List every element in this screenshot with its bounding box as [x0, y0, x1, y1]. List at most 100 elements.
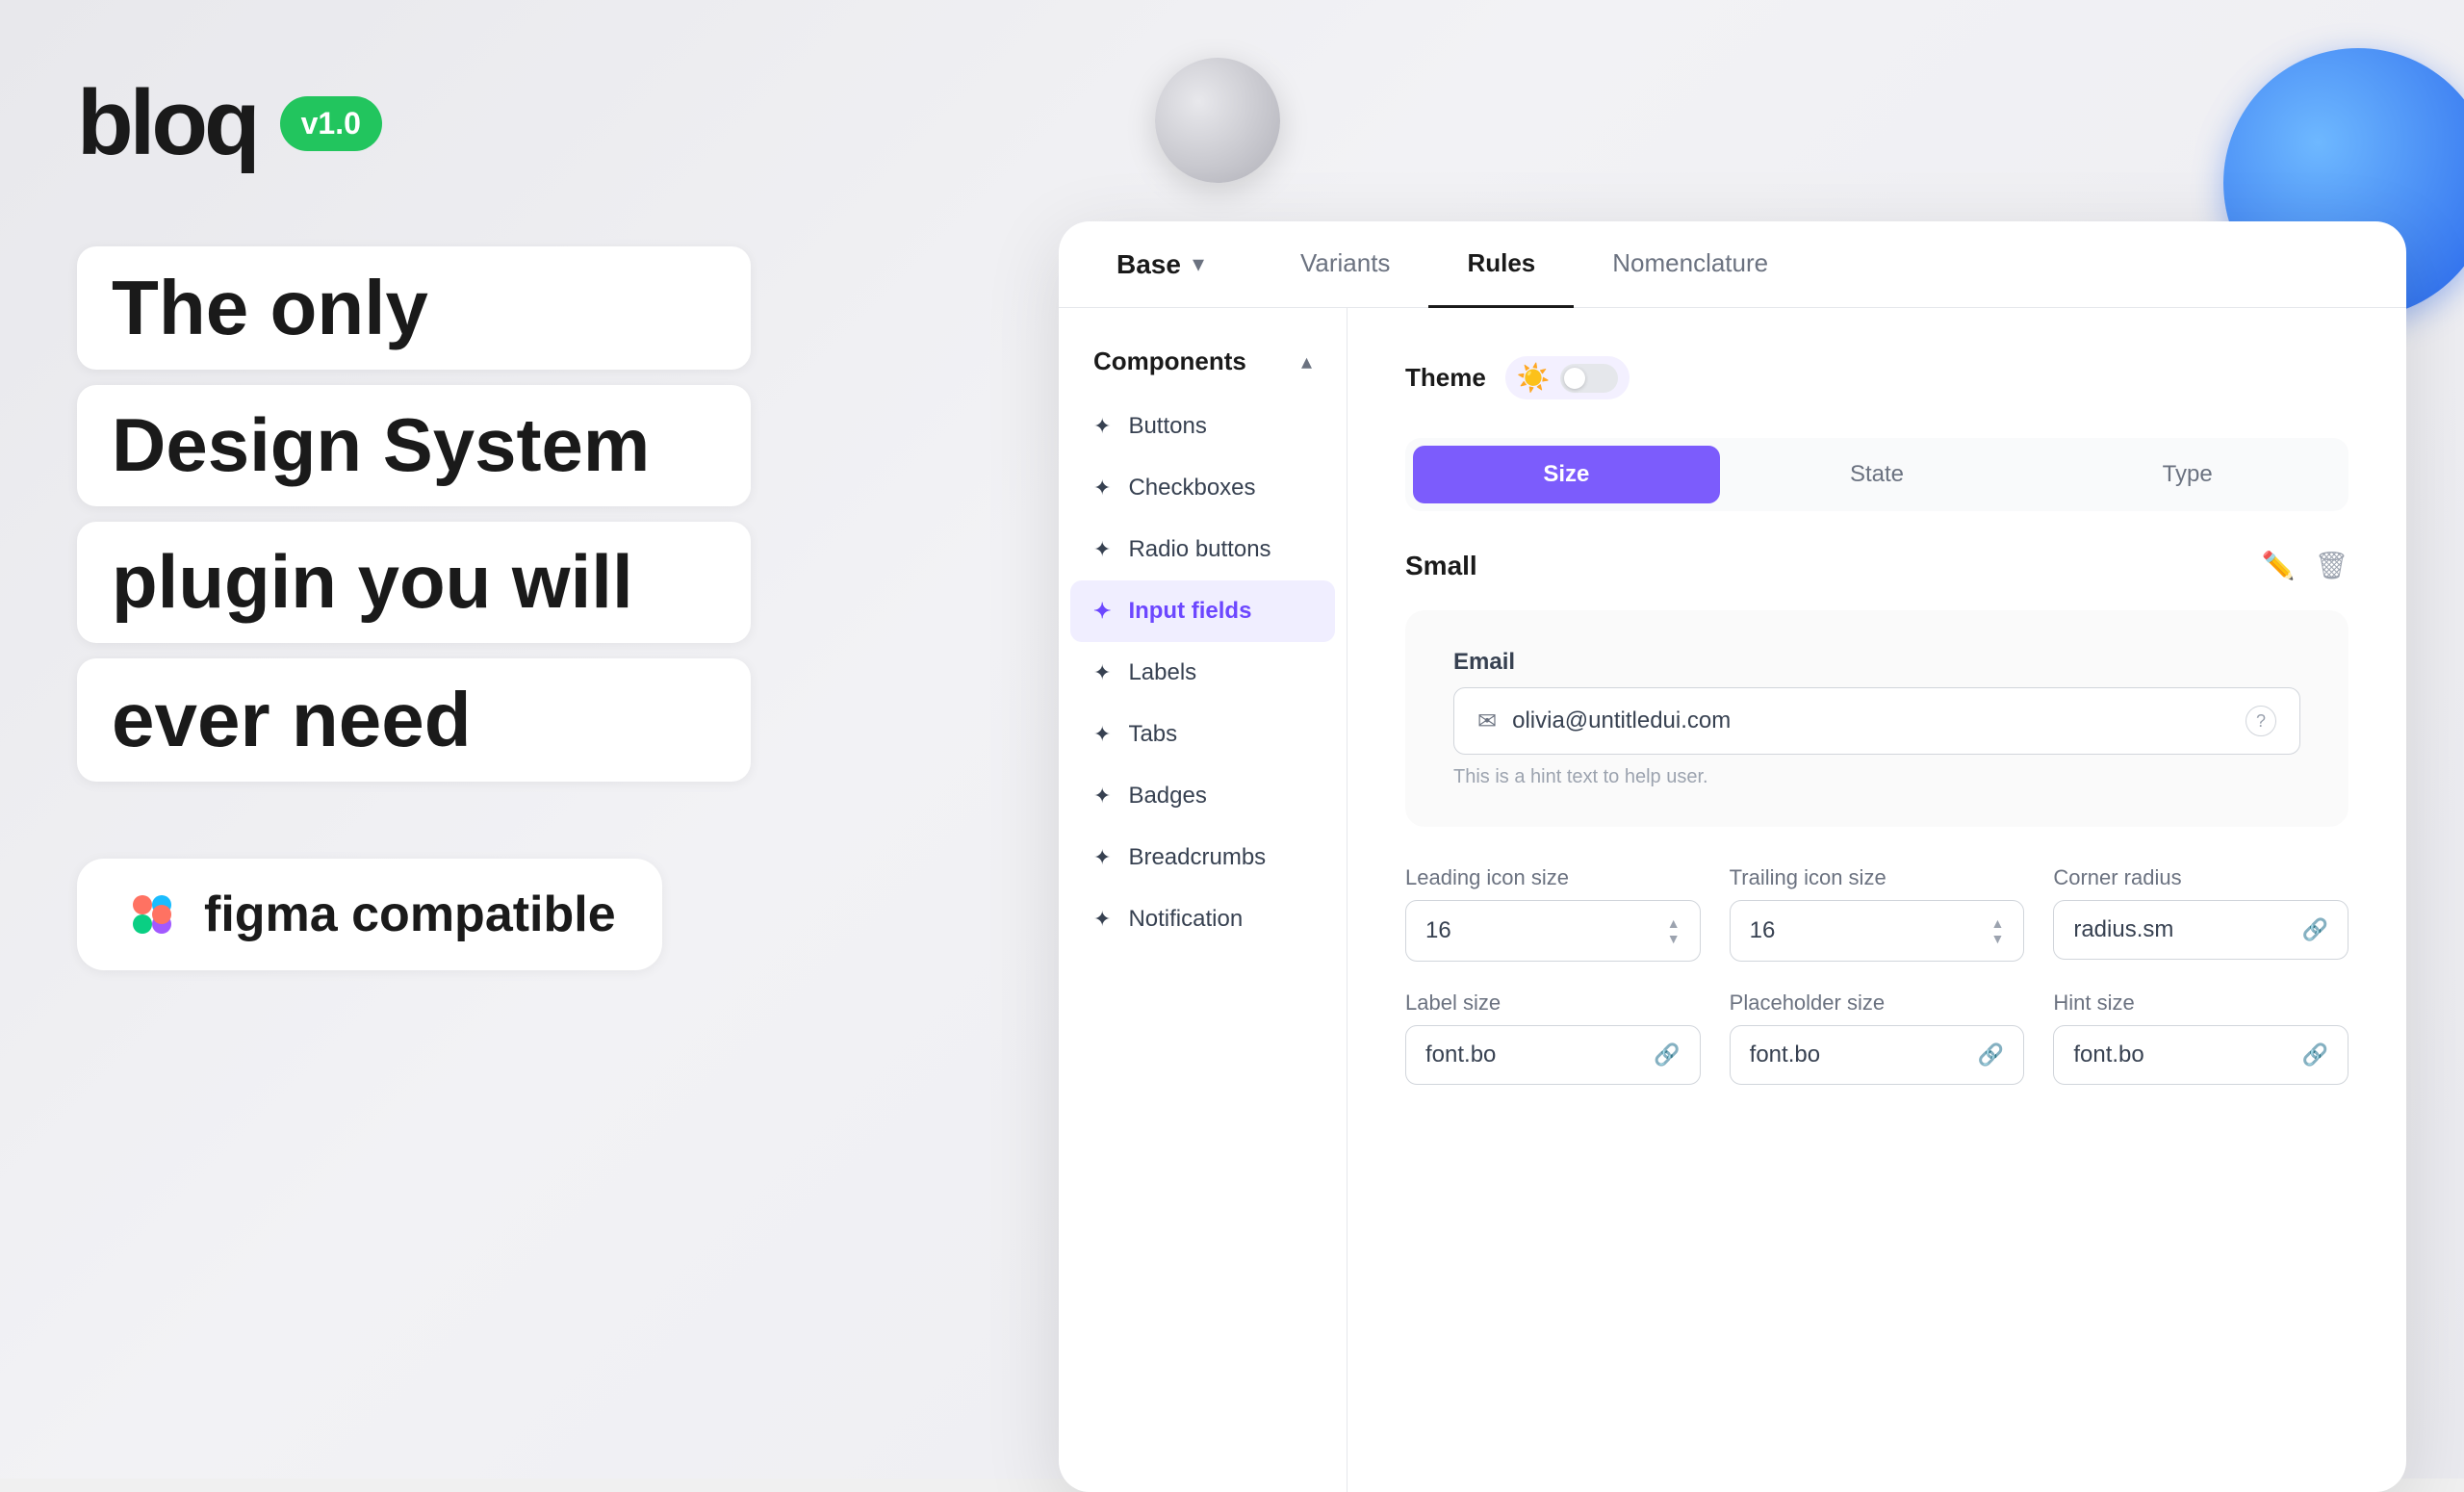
- version-badge: v1.0: [280, 96, 382, 151]
- sidebar-item-notification[interactable]: ✦ Notification: [1059, 888, 1347, 950]
- stepper[interactable]: ▲ ▼: [1667, 916, 1681, 945]
- hint-size-input[interactable]: font.bo 🔗: [2053, 1025, 2348, 1085]
- sidebar-item-label: Breadcrumbs: [1128, 844, 1266, 871]
- figma-icon: [123, 886, 181, 943]
- email-input-field[interactable]: ✉ olivia@untitledui.com ?: [1453, 687, 2300, 755]
- edit-icon[interactable]: ✏️: [2262, 550, 2296, 581]
- tab-nomenclature[interactable]: Nomenclature: [1574, 221, 1807, 308]
- sidebar-item-label: Input fields: [1128, 598, 1251, 625]
- base-selector[interactable]: Base ▾: [1116, 249, 1204, 280]
- sparkle-icon: ✦: [1093, 476, 1111, 501]
- size-header: Small ✏️ 🗑: [1405, 550, 2348, 581]
- sidebar-item-badges[interactable]: ✦ Badges: [1059, 765, 1347, 827]
- label-size-label: Label size: [1405, 990, 1701, 1016]
- figma-badge-text: figma compatible: [204, 886, 616, 943]
- sidebar-item-radio-buttons[interactable]: ✦ Radio buttons: [1059, 519, 1347, 580]
- toggle-track[interactable]: [1560, 364, 1618, 393]
- leading-icon-size-input[interactable]: 16 ▲ ▼: [1405, 900, 1701, 962]
- headline-card-1: The only: [77, 246, 751, 370]
- sidebar-item-label: Notification: [1128, 906, 1243, 933]
- help-icon: ?: [2246, 706, 2276, 736]
- sparkle-icon: ✦: [1093, 784, 1111, 809]
- sparkle-icon: ✦: [1093, 537, 1111, 562]
- headline-card-4: ever need: [77, 658, 751, 782]
- logo-text: bloq: [77, 77, 257, 169]
- sidebar-item-label: Badges: [1128, 783, 1206, 810]
- sidebar-section-header: Components ▴: [1059, 347, 1347, 376]
- app-panel: Base ▾ Variants Rules Nomenclature Compo…: [1059, 221, 2406, 1492]
- leading-icon-size-value: 16: [1425, 917, 1451, 944]
- theme-label: Theme: [1405, 363, 1486, 393]
- link-icon: 🔗: [1654, 1042, 1680, 1068]
- sidebar-item-label: Labels: [1128, 659, 1196, 686]
- leading-icon-size-setting: Leading icon size 16 ▲ ▼: [1405, 865, 1701, 962]
- tab-rules[interactable]: Rules: [1428, 221, 1574, 308]
- theme-toggle[interactable]: ☀️: [1505, 356, 1630, 399]
- trailing-icon-size-input[interactable]: 16 ▲ ▼: [1730, 900, 2025, 962]
- settings-grid: Leading icon size 16 ▲ ▼ Trailing icon s…: [1405, 865, 2348, 962]
- link-icon: 🔗: [2302, 917, 2328, 942]
- decorative-sphere-center: [1155, 58, 1280, 183]
- placeholder-size-input[interactable]: font.bo 🔗: [1730, 1025, 2025, 1085]
- corner-radius-setting: Corner radius radius.sm 🔗: [2053, 865, 2348, 962]
- filter-tab-type[interactable]: Type: [2034, 446, 2341, 503]
- corner-radius-value: radius.sm: [2073, 916, 2173, 943]
- sidebar-item-label: Tabs: [1128, 721, 1177, 748]
- sidebar-item-checkboxes[interactable]: ✦ Checkboxes: [1059, 457, 1347, 519]
- filter-tab-state[interactable]: State: [1724, 446, 2031, 503]
- corner-radius-label: Corner radius: [2053, 865, 2348, 890]
- placeholder-size-value: font.bo: [1750, 1042, 1820, 1068]
- placeholder-size-label: Placeholder size: [1730, 990, 2025, 1016]
- size-actions: ✏️ 🗑: [2262, 550, 2348, 581]
- stepper-up-icon: ▲: [1667, 916, 1681, 930]
- email-preview: Email ✉ olivia@untitledui.com ? This is …: [1405, 610, 2348, 827]
- filter-tabs: Size State Type: [1405, 438, 2348, 511]
- stepper-down-icon: ▼: [1990, 932, 2004, 945]
- theme-row: Theme ☀️: [1405, 356, 2348, 399]
- sidebar-item-breadcrumbs[interactable]: ✦ Breadcrumbs: [1059, 827, 1347, 888]
- link-icon: 🔗: [2302, 1042, 2328, 1068]
- sun-icon: ☀️: [1517, 362, 1551, 394]
- headline-card-2: Design System: [77, 385, 751, 506]
- sparkle-icon: ✦: [1093, 660, 1111, 685]
- filter-tab-size[interactable]: Size: [1413, 446, 1720, 503]
- size-section: Small ✏️ 🗑 Email ✉ olivia@untitledui.com…: [1405, 550, 2348, 1085]
- headline-card-3: plugin you will: [77, 522, 751, 643]
- hint-size-setting: Hint size font.bo 🔗: [2053, 990, 2348, 1085]
- stepper[interactable]: ▲ ▼: [1990, 916, 2004, 945]
- trailing-icon-size-setting: Trailing icon size 16 ▲ ▼: [1730, 865, 2025, 962]
- left-panel: bloq v1.0 The only Design System plugin …: [77, 77, 751, 970]
- trailing-icon-size-value: 16: [1750, 917, 1776, 944]
- sidebar-item-label: Checkboxes: [1128, 475, 1255, 502]
- placeholder-size-setting: Placeholder size font.bo 🔗: [1730, 990, 2025, 1085]
- chevron-up-icon[interactable]: ▴: [1301, 349, 1312, 374]
- size-title: Small: [1405, 551, 1477, 581]
- leading-icon-size-label: Leading icon size: [1405, 865, 1701, 890]
- delete-icon[interactable]: 🗑: [2314, 550, 2348, 581]
- base-label: Base: [1116, 249, 1181, 280]
- top-nav: Base ▾ Variants Rules Nomenclature: [1059, 221, 2406, 308]
- input-value: olivia@untitledui.com: [1512, 707, 2230, 734]
- sidebar-item-labels[interactable]: ✦ Labels: [1059, 642, 1347, 704]
- tab-variants[interactable]: Variants: [1262, 221, 1428, 308]
- corner-radius-input[interactable]: radius.sm 🔗: [2053, 900, 2348, 960]
- link-icon: 🔗: [1978, 1042, 2004, 1068]
- toggle-thumb: [1564, 368, 1585, 389]
- hint-size-label: Hint size: [2053, 990, 2348, 1016]
- sparkle-icon: ✦: [1093, 414, 1111, 439]
- field-label: Email: [1453, 649, 2300, 676]
- label-size-input[interactable]: font.bo 🔗: [1405, 1025, 1701, 1085]
- sidebar: Components ▴ ✦ Buttons ✦ Checkboxes ✦ Ra…: [1059, 308, 1348, 1492]
- mail-icon: ✉: [1477, 707, 1497, 735]
- main-content: Components ▴ ✦ Buttons ✦ Checkboxes ✦ Ra…: [1059, 308, 2406, 1492]
- sidebar-item-buttons[interactable]: ✦ Buttons: [1059, 396, 1347, 457]
- label-size-value: font.bo: [1425, 1042, 1496, 1068]
- label-size-setting: Label size font.bo 🔗: [1405, 990, 1701, 1085]
- sidebar-item-label: Radio buttons: [1128, 536, 1270, 563]
- hint-text: This is a hint text to help user.: [1453, 766, 2300, 788]
- stepper-down-icon: ▼: [1667, 932, 1681, 945]
- sidebar-item-input-fields[interactable]: ✦ Input fields: [1070, 580, 1335, 642]
- sidebar-item-tabs[interactable]: ✦ Tabs: [1059, 704, 1347, 765]
- hint-size-value: font.bo: [2073, 1042, 2143, 1068]
- sidebar-item-label: Buttons: [1128, 413, 1206, 440]
